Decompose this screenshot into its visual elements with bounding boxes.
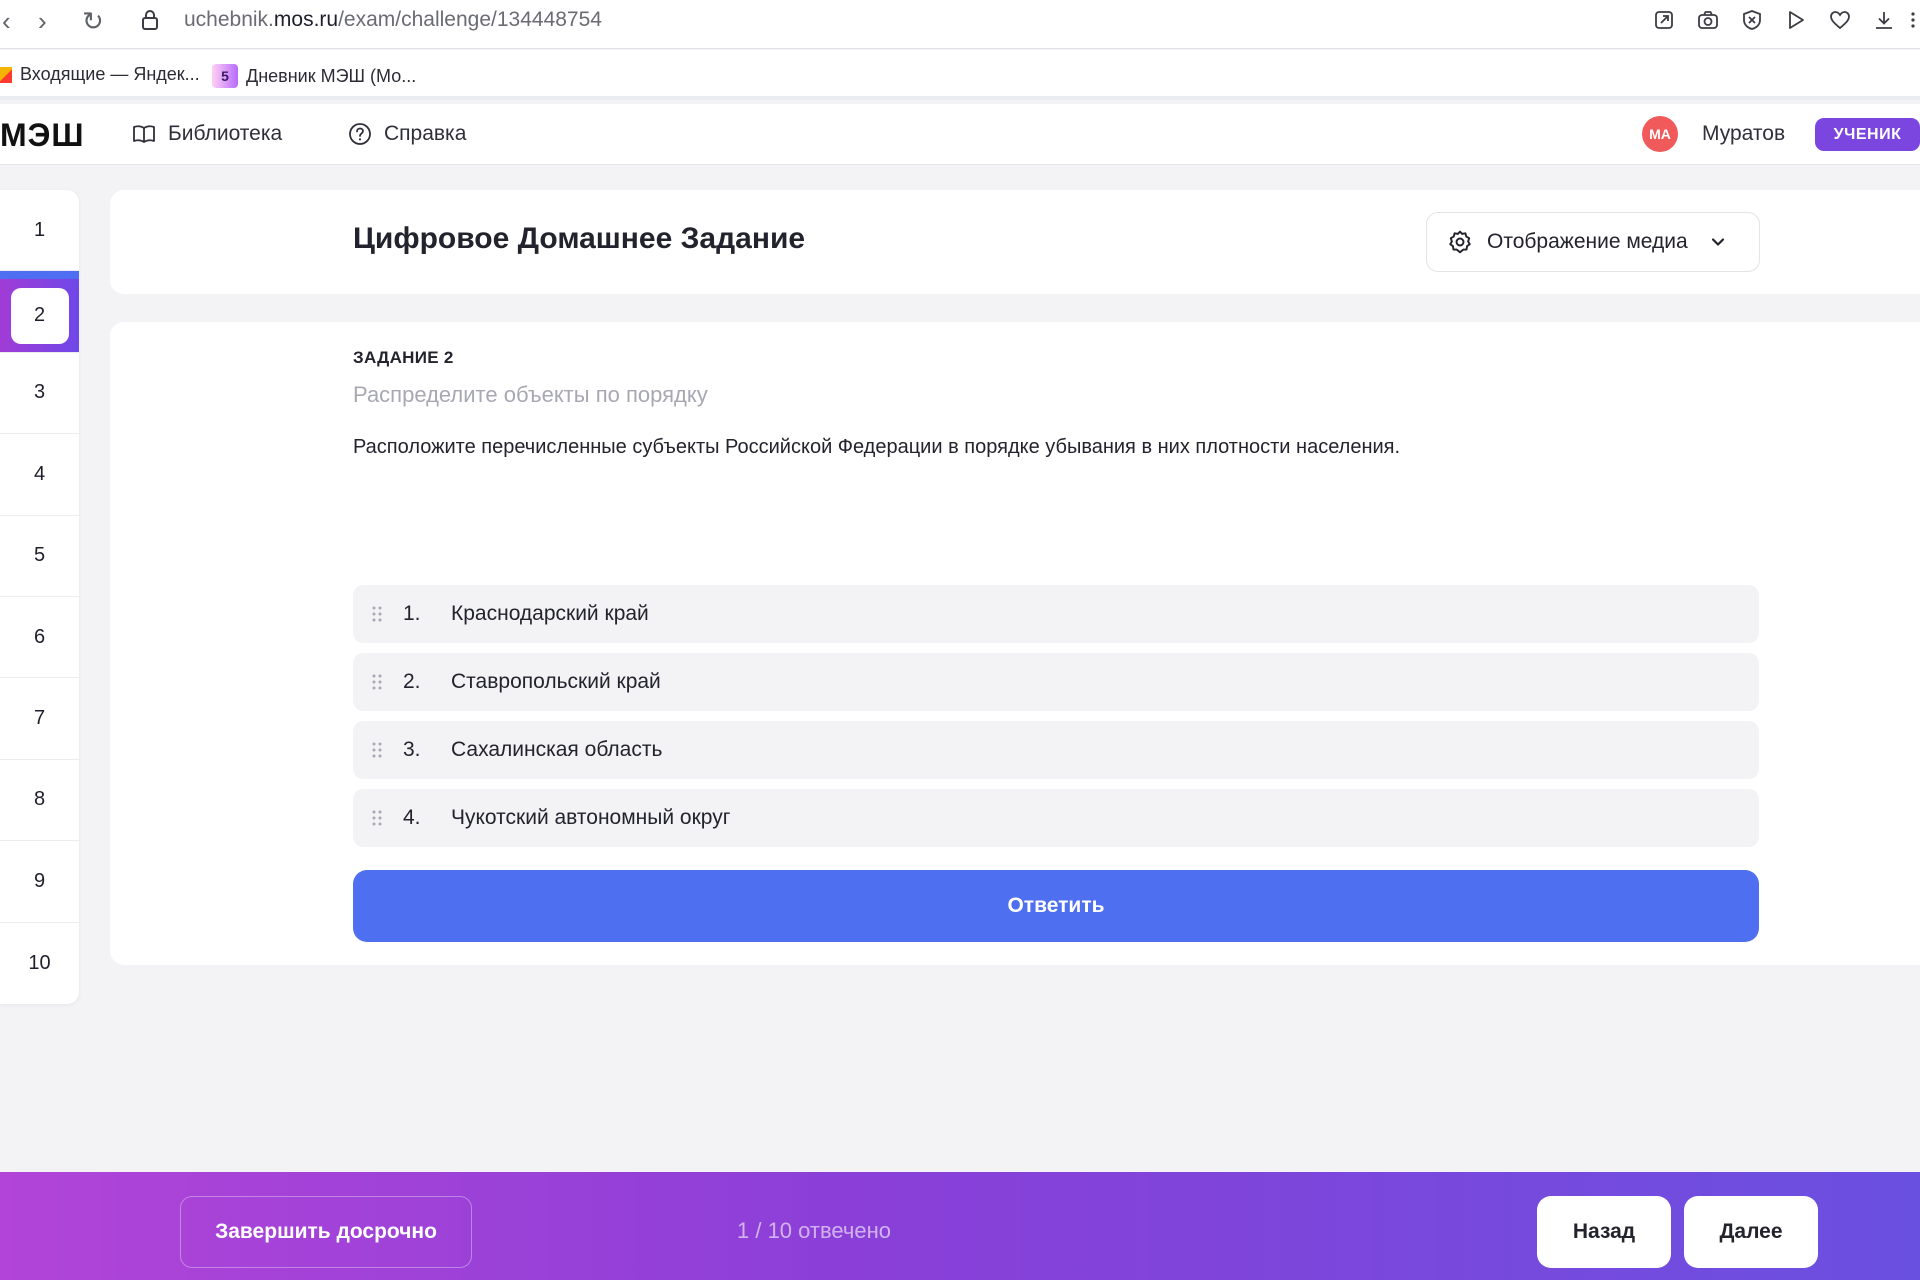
question-item-6[interactable]: 6 bbox=[0, 597, 79, 679]
order-number: 1. bbox=[403, 602, 421, 625]
order-label: Ставропольский край bbox=[451, 670, 661, 693]
reload-icon[interactable]: ↻ bbox=[82, 8, 104, 34]
title-card: Цифровое Домашнее Задание Отображение ме… bbox=[110, 190, 1920, 294]
drag-handle-icon[interactable] bbox=[371, 673, 383, 691]
task-type: Распределите объекты по порядку bbox=[353, 382, 708, 407]
order-item[interactable]: 2. Ставропольский край bbox=[353, 653, 1759, 711]
nav-label: Библиотека bbox=[168, 122, 283, 145]
question-item-2[interactable]: 2 bbox=[0, 271, 79, 353]
question-number: 8 bbox=[33, 788, 46, 811]
heart-icon[interactable] bbox=[1818, 7, 1862, 33]
next-button[interactable]: Далее bbox=[1684, 1196, 1818, 1268]
question-number: 7 bbox=[33, 707, 46, 730]
bookmarks-bar: Входящие — Яндек... 5 Дневник МЭШ (Мо... bbox=[0, 50, 1920, 100]
avatar[interactable]: МА bbox=[1642, 116, 1678, 152]
user-name[interactable]: Муратов bbox=[1702, 122, 1785, 146]
task-label: ЗАДАНИЕ 2 bbox=[353, 348, 454, 367]
media-button-label: Отображение медиа bbox=[1487, 230, 1688, 253]
url-prefix: uchebnik. bbox=[184, 8, 274, 31]
address-bar[interactable]: uchebnik.mos.ru/exam/challenge/134448754 bbox=[184, 8, 602, 32]
media-display-button[interactable]: Отображение медиа bbox=[1426, 212, 1760, 272]
question-number: 10 bbox=[28, 951, 51, 974]
bookmark-label: Входящие — Яндек... bbox=[20, 64, 200, 84]
question-number: 9 bbox=[33, 869, 46, 892]
task-text: Расположите перечисленные субъекты Росси… bbox=[353, 436, 1401, 458]
drag-handle-icon[interactable] bbox=[371, 809, 383, 827]
download-icon[interactable] bbox=[1862, 7, 1906, 33]
page-title: Цифровое Домашнее Задание bbox=[353, 222, 806, 255]
nav-library[interactable]: Библиотека bbox=[132, 122, 282, 146]
diary-icon: 5 bbox=[212, 64, 238, 88]
play-icon[interactable] bbox=[1774, 7, 1818, 33]
question-number: 6 bbox=[33, 625, 46, 648]
bottom-bar: Завершить досрочно 1 / 10 отвечено Назад… bbox=[0, 1172, 1920, 1280]
order-item[interactable]: 1. Краснодарский край bbox=[353, 585, 1759, 643]
question-item-10[interactable]: 10 bbox=[0, 923, 79, 1004]
question-item-4[interactable]: 4 bbox=[0, 434, 79, 516]
url-path: /exam/challenge/134448754 bbox=[338, 8, 602, 31]
question-number: 3 bbox=[33, 381, 46, 404]
share-icon[interactable] bbox=[1642, 7, 1686, 33]
question-item-7[interactable]: 7 bbox=[0, 678, 79, 760]
question-number: 5 bbox=[33, 544, 46, 567]
finish-early-button[interactable]: Завершить досрочно bbox=[180, 1196, 472, 1268]
role-badge: УЧЕНИК bbox=[1815, 118, 1920, 151]
gear-icon bbox=[1449, 230, 1471, 254]
question-number: 4 bbox=[33, 462, 46, 485]
question-item-3[interactable]: 3 bbox=[0, 353, 79, 435]
help-circle-icon bbox=[349, 123, 371, 145]
logo[interactable]: МЭШ bbox=[0, 118, 85, 152]
nav-label: Справка bbox=[384, 122, 467, 145]
url-host: mos.ru bbox=[273, 8, 339, 31]
app-header: МЭШ Библиотека Справка МА Муратов УЧЕНИК bbox=[0, 104, 1920, 165]
question-number: 1 bbox=[33, 218, 46, 241]
chevron-down-icon bbox=[1711, 238, 1724, 246]
order-number: 4. bbox=[403, 806, 421, 829]
drag-handle-icon[interactable] bbox=[371, 605, 383, 623]
bookmark-label: Дневник МЭШ (Мо... bbox=[246, 65, 417, 86]
bookmark-mail[interactable]: Входящие — Яндек... bbox=[0, 64, 200, 85]
order-label: Чукотский автономный округ bbox=[451, 806, 731, 829]
progress-text: 1 / 10 отвечено bbox=[737, 1218, 892, 1243]
order-number: 2. bbox=[403, 670, 421, 693]
lock-icon bbox=[142, 10, 158, 30]
question-item-9[interactable]: 9 bbox=[0, 841, 79, 923]
drag-handle-icon[interactable] bbox=[371, 741, 383, 759]
question-item-5[interactable]: 5 bbox=[0, 516, 79, 597]
order-number: 3. bbox=[403, 738, 421, 761]
answer-button[interactable]: Ответить bbox=[353, 870, 1759, 942]
order-list: 1. Краснодарский край 2. Ставропольский кра… bbox=[353, 585, 1759, 857]
camera-icon[interactable] bbox=[1686, 7, 1730, 33]
nav-help[interactable]: Справка bbox=[348, 122, 466, 146]
order-item[interactable]: 3. Сахалинская область bbox=[353, 721, 1759, 779]
question-number: 2 bbox=[10, 287, 69, 344]
browser-actions bbox=[1642, 7, 1920, 33]
back-button[interactable]: Назад bbox=[1537, 1196, 1671, 1268]
forward-icon[interactable]: › bbox=[38, 8, 47, 34]
browser-toolbar: ‹ › ↻ uchebnik.mos.ru/exam/challenge/134… bbox=[0, 0, 1920, 49]
block-icon[interactable] bbox=[1730, 7, 1774, 33]
question-list: 1 2 3 4 5 6 7 8 9 10 bbox=[0, 190, 79, 1004]
order-label: Краснодарский край bbox=[451, 602, 649, 625]
back-icon[interactable]: ‹ bbox=[2, 8, 11, 34]
book-icon bbox=[133, 125, 155, 143]
order-label: Сахалинская область bbox=[451, 738, 663, 761]
task-card: ЗАДАНИЕ 2 Распределите объекты по порядк… bbox=[110, 322, 1920, 965]
mail-icon bbox=[0, 66, 12, 83]
bookmark-diary[interactable]: 5 Дневник МЭШ (Мо... bbox=[212, 64, 416, 88]
question-item-8[interactable]: 8 bbox=[0, 760, 79, 842]
question-item-1[interactable]: 1 bbox=[0, 190, 79, 272]
menu-icon[interactable] bbox=[1906, 7, 1920, 33]
order-item[interactable]: 4. Чукотский автономный округ bbox=[353, 789, 1759, 847]
